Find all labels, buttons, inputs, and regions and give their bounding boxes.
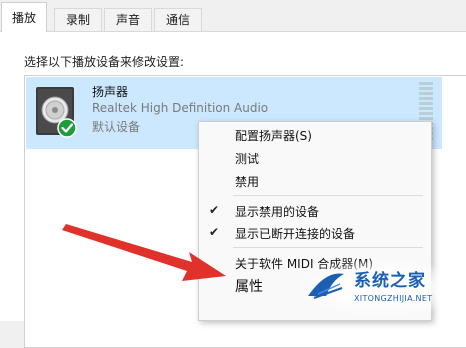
tab-label: 声音 <box>115 13 140 27</box>
tab-strip: 播放 录制 声音 通信 <box>0 0 466 32</box>
menu-item-disable[interactable]: 禁用 <box>235 173 259 190</box>
menu-item-show-disconnected[interactable]: 显示已断开连接的设备 <box>235 225 355 242</box>
tab-communications[interactable]: 通信 <box>154 8 202 31</box>
menu-item-show-disabled[interactable]: 显示禁用的设备 <box>235 203 319 220</box>
menu-item-configure-speakers[interactable]: 配置扬声器(S) <box>235 127 312 144</box>
watermark-url: XITONGZHIJIA.NET <box>354 294 433 303</box>
tab-label: 录制 <box>65 13 90 27</box>
menu-item-properties[interactable]: 属性 <box>235 276 263 296</box>
speaker-icon <box>36 87 77 138</box>
watermark-logo-icon <box>308 273 344 299</box>
device-name: 扬声器 <box>92 85 129 99</box>
menu-separator <box>233 247 423 248</box>
check-icon: ✔ <box>209 225 220 239</box>
device-description: Realtek High Definition Audio <box>92 101 269 115</box>
tab-sounds[interactable]: 声音 <box>104 8 152 31</box>
tab-playback[interactable]: 播放 <box>1 2 47 32</box>
menu-separator <box>233 195 423 196</box>
tab-recording[interactable]: 录制 <box>54 8 102 31</box>
device-status: 默认设备 <box>92 120 141 134</box>
menu-item-test[interactable]: 测试 <box>235 150 259 167</box>
green-check-icon <box>57 118 77 138</box>
tab-label: 播放 <box>11 11 36 25</box>
check-icon: ✔ <box>209 203 220 217</box>
watermark-title: 系统之家 <box>354 271 426 291</box>
watermark: 系统之家 XITONGZHIJIA.NET <box>300 260 466 316</box>
tab-label: 通信 <box>165 13 190 27</box>
instruction-text: 选择以下播放设备来修改设置: <box>24 55 185 69</box>
